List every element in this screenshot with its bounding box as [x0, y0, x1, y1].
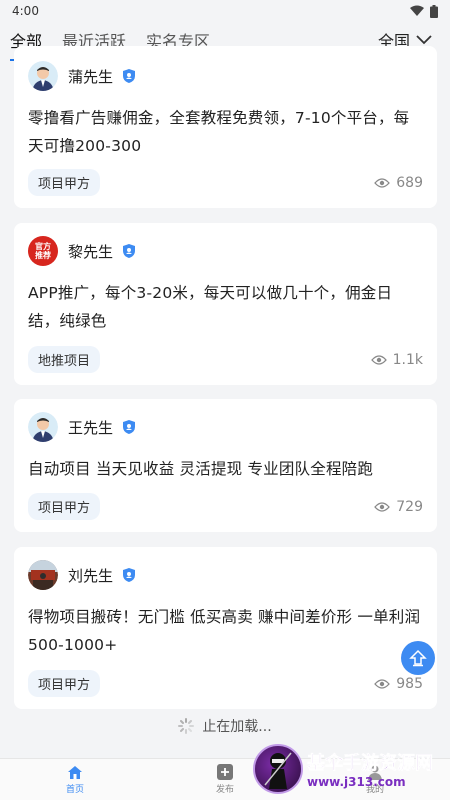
post-content: 得物项目搬砖！无门槛 低买高卖 赚中间差价形 一单利润500-1000+: [28, 608, 421, 654]
post-author: 刘先生: [28, 555, 423, 595]
nav-home[interactable]: 首页: [40, 765, 110, 795]
author-name: 王先生: [68, 418, 114, 437]
official-recommend-avatar: 官方推荐: [28, 236, 58, 266]
status-bar: 4:00: [0, 0, 450, 22]
post-tag[interactable]: 项目甲方: [28, 493, 101, 520]
post-content: 自动项目 当天见收益 灵活提现 专业团队全程陪跑: [28, 460, 374, 478]
post-footer: 项目甲方 689: [28, 169, 423, 196]
site-watermark: 基伞手游资源网 www.j313.com: [253, 738, 450, 800]
post-card[interactable]: 王先生 自动项目 当天见收益 灵活提现 专业团队全程陪跑 项目甲方 729: [14, 399, 437, 532]
nav-publish-label: 发布: [215, 785, 234, 795]
spinner-icon: [178, 718, 195, 734]
view-count-value: 729: [396, 498, 423, 515]
watermark-logo: [253, 744, 303, 794]
post-content: APP推广，每个3-20米，每天可以做几十个，佣金日结，纯绿色: [28, 284, 393, 330]
loading-text: 止在加载...: [202, 719, 272, 735]
post-author: 王先生: [28, 407, 423, 447]
nav-home-label: 首页: [65, 784, 84, 795]
view-count: 985: [374, 676, 423, 692]
plus-square-icon: [217, 764, 233, 780]
official-recommend-label: 官方推荐: [35, 242, 51, 260]
verified-shield-icon: [123, 244, 136, 258]
post-tag[interactable]: 项目甲方: [28, 169, 101, 196]
post-card[interactable]: 刘先生 得物项目搬砖！无门槛 低买高卖 赚中间差价形 一单利润500-1000+…: [14, 547, 437, 709]
post-card[interactable]: 官方推荐 黎先生 APP推广，每个3-20米，每天可以做几十个，佣金日结，纯绿色…: [14, 223, 437, 385]
verified-shield-icon: [123, 69, 136, 83]
scroll-to-top-button[interactable]: [401, 641, 435, 675]
home-icon: [68, 765, 82, 779]
post-tag[interactable]: 地推项目: [28, 346, 101, 373]
avatar: [28, 61, 58, 91]
view-count: 729: [374, 499, 423, 515]
view-count: 689: [374, 175, 423, 191]
post-footer: 项目甲方 729: [28, 493, 423, 520]
watermark-url: www.j313.com: [307, 775, 406, 789]
eye-icon: [374, 678, 391, 689]
status-icons: [410, 4, 438, 18]
post-author: 官方推荐 黎先生: [28, 231, 423, 271]
avatar: [28, 412, 58, 442]
watermark-text: 基伞手游资源网 www.j313.com: [307, 749, 434, 789]
chevron-down-icon: [416, 35, 432, 45]
nav-publish[interactable]: 发布: [190, 764, 260, 795]
eye-icon: [374, 177, 391, 188]
post-author: 蒲先生: [28, 56, 423, 96]
post-content: 零撸看广告赚佣金，全套教程免费领，7-10个平台，每天可撸200-300: [28, 109, 410, 155]
view-count: 1.1k: [370, 351, 423, 368]
post-tag[interactable]: 项目甲方: [28, 670, 101, 697]
post-footer: 地推项目 1.1k: [28, 346, 423, 373]
ninja-icon: [264, 752, 292, 789]
view-count-value: 689: [396, 174, 423, 191]
view-count-value: 985: [396, 675, 423, 692]
post-footer: 项目甲方 985: [28, 670, 423, 697]
author-name: 蒲先生: [68, 67, 114, 86]
arrow-up-icon: [409, 649, 427, 667]
verified-shield-icon: [123, 568, 136, 582]
wifi-icon: [410, 5, 424, 16]
status-time: 4:00: [12, 4, 39, 18]
author-name: 黎先生: [68, 242, 114, 261]
battery-icon: [430, 4, 438, 18]
author-name: 刘先生: [68, 566, 114, 585]
view-count-value: 1.1k: [392, 351, 423, 368]
loading-indicator: 止在加载...: [0, 716, 450, 736]
verified-shield-icon: [123, 420, 136, 434]
eye-icon: [374, 501, 391, 512]
watermark-title: 基伞手游资源网: [307, 753, 434, 775]
post-card[interactable]: 蒲先生 零撸看广告赚佣金，全套教程免费领，7-10个平台，每天可撸200-300…: [14, 46, 437, 208]
avatar: [28, 560, 58, 590]
eye-icon: [370, 354, 387, 365]
